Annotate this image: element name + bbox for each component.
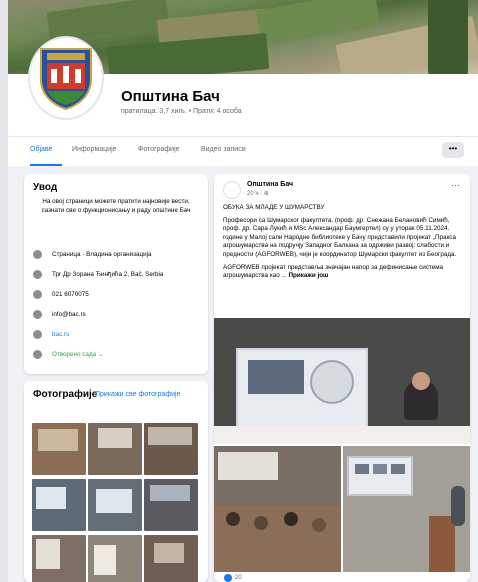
- globe-icon: [33, 330, 42, 339]
- photo-thumb[interactable]: [32, 479, 86, 531]
- photo-thumb[interactable]: [144, 535, 198, 582]
- photo-thumb[interactable]: [144, 479, 198, 531]
- tab-videos[interactable]: Видео записи: [201, 146, 246, 153]
- info-website[interactable]: bac.rs: [33, 330, 69, 339]
- page-avatar[interactable]: [28, 36, 104, 120]
- tab-posts[interactable]: Објаве: [30, 146, 52, 153]
- location-pin-icon: [33, 270, 42, 279]
- window-edge: [0, 0, 8, 582]
- info-phone[interactable]: 021 6070075: [33, 290, 89, 299]
- post-photo-main[interactable]: [214, 318, 470, 444]
- mail-icon: [33, 310, 42, 319]
- more-options-button[interactable]: •••: [442, 142, 464, 158]
- post-author-avatar[interactable]: [223, 181, 241, 199]
- photo-thumb[interactable]: [32, 423, 86, 475]
- like-icon: [224, 574, 232, 582]
- photo-thumb[interactable]: [144, 423, 198, 475]
- intro-description: На овој страници можете пратити најновиј…: [41, 198, 191, 214]
- intro-card: Увод На овој страници можете пратити нај…: [24, 174, 208, 374]
- post-paragraph: Професори са Шумарског факултета, (проф.…: [223, 216, 457, 258]
- post-photo[interactable]: [343, 446, 470, 572]
- post-options-icon[interactable]: ⋯: [451, 180, 460, 191]
- photos-card: Фотографије Прикажи све фотографије: [24, 381, 208, 582]
- post-card: Општина Бач 20 ч · ⊕ ⋯ ОБУКА ЗА МЛАДЕ У …: [214, 174, 470, 582]
- post-timestamp[interactable]: 20 ч · ⊕: [247, 190, 269, 197]
- tab-photos[interactable]: Фотографије: [138, 146, 180, 153]
- info-address[interactable]: Трг Др Зорана Ђинђића 2, Bač, Serbia: [33, 270, 163, 279]
- photo-thumb[interactable]: [88, 479, 142, 531]
- info-email[interactable]: info@bac.rs: [33, 310, 86, 319]
- post-author-name[interactable]: Општина Бач: [247, 181, 293, 188]
- info-hours[interactable]: Отворено сада ⌄: [33, 350, 103, 359]
- tab-bar: Објаве Информације Фотографије Видео зап…: [8, 136, 478, 166]
- photo-thumb[interactable]: [88, 535, 142, 582]
- info-category: Страница · Владина организација: [33, 250, 152, 259]
- info-icon: [33, 250, 42, 259]
- active-tab-indicator: [30, 164, 62, 166]
- post-paragraph: AGFORWEB пројекат представља значајан на…: [223, 263, 444, 280]
- see-all-photos-link[interactable]: Прикажи све фотографије: [95, 391, 180, 398]
- phone-icon: [33, 290, 42, 299]
- photo-thumb[interactable]: [88, 423, 142, 475]
- page-stats[interactable]: пратилаца: 3,7 хиљ. • Прати: 4 особа: [121, 108, 242, 115]
- post-heading: ОБУКА ЗА МЛАДЕ У ШУМАРСТВУ: [223, 204, 325, 211]
- clock-icon: [33, 350, 42, 359]
- coat-of-arms-logo: [40, 48, 92, 111]
- intro-title: Увод: [33, 182, 58, 193]
- reaction-count[interactable]: 20: [224, 574, 242, 582]
- photos-title: Фотографије: [33, 389, 98, 400]
- tab-about[interactable]: Информације: [72, 146, 117, 153]
- page-title: Општина Бач: [121, 88, 220, 105]
- see-more-link[interactable]: Прикажи још: [288, 272, 328, 279]
- post-photo[interactable]: [214, 446, 341, 572]
- photo-thumb[interactable]: [32, 535, 86, 582]
- post-body: ОБУКА ЗА МЛАДЕ У ШУМАРСТВУ Професори са …: [223, 204, 461, 285]
